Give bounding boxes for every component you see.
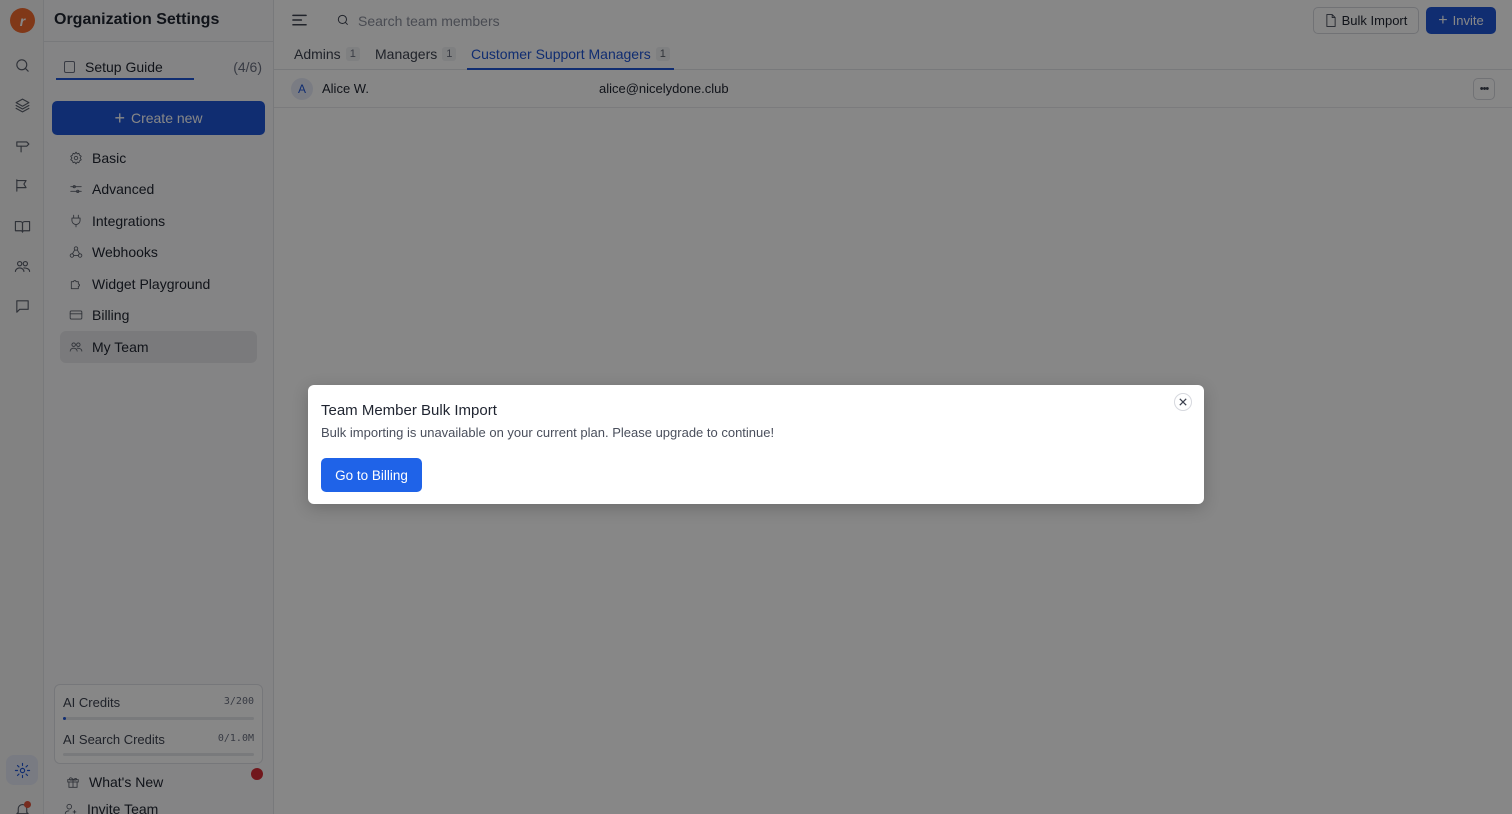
go-to-billing-button[interactable]: Go to Billing bbox=[321, 458, 422, 492]
bulk-import-modal: Team Member Bulk Import Bulk importing i… bbox=[308, 385, 1204, 504]
modal-title: Team Member Bulk Import bbox=[321, 402, 497, 419]
modal-description: Bulk importing is unavailable on your cu… bbox=[321, 425, 775, 440]
close-icon[interactable] bbox=[1174, 393, 1192, 411]
